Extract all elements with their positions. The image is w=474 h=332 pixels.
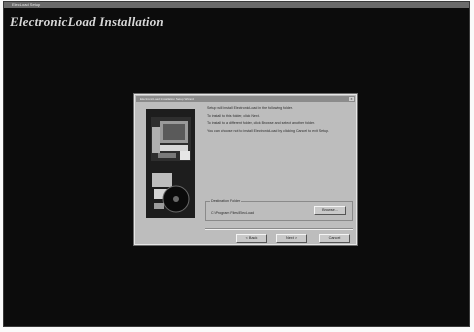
destination-folder-group: Destination Folder C:\Program Files\Elec… — [205, 199, 353, 221]
dialog-titlebar[interactable]: ElectronicLoad Installation Setup Wizard… — [136, 96, 355, 102]
next-button[interactable]: Next > — [276, 234, 307, 243]
dialog-title: ElectronicLoad Installation Setup Wizard — [140, 97, 194, 101]
instructions: Setup will install ElectronicLoad in the… — [207, 106, 349, 136]
install-disc-icon — [152, 173, 190, 213]
cancel-button[interactable]: Cancel — [319, 234, 350, 243]
window-titlebar[interactable]: ElecLoad Setup — [4, 2, 469, 8]
instruction-text: To install to this folder, click Next. — [207, 113, 260, 118]
browse-button[interactable]: Browse... — [314, 206, 346, 215]
installer-title: ElectronicLoad Installation — [10, 14, 164, 29]
separator — [205, 228, 353, 230]
destination-path: C:\Program Files\ElecLoad — [211, 211, 254, 215]
instruction-text: To install to a different folder, click … — [207, 121, 316, 126]
window-title: ElecLoad Setup — [12, 2, 41, 7]
instruction-text: Setup will install ElectronicLoad in the… — [207, 106, 293, 110]
instruction-text: You can choose not to install Electronic… — [207, 128, 330, 133]
setup-graphic — [146, 109, 195, 218]
computer-monitor-icon — [151, 117, 191, 161]
close-button[interactable]: x — [349, 97, 354, 101]
installer-window: ElecLoad Setup ElectronicLoad Installati… — [3, 1, 470, 327]
back-button[interactable]: < Back — [236, 234, 267, 243]
setup-dialog: ElectronicLoad Installation Setup Wizard… — [134, 94, 357, 245]
destination-folder-label: Destination Folder — [210, 199, 242, 204]
